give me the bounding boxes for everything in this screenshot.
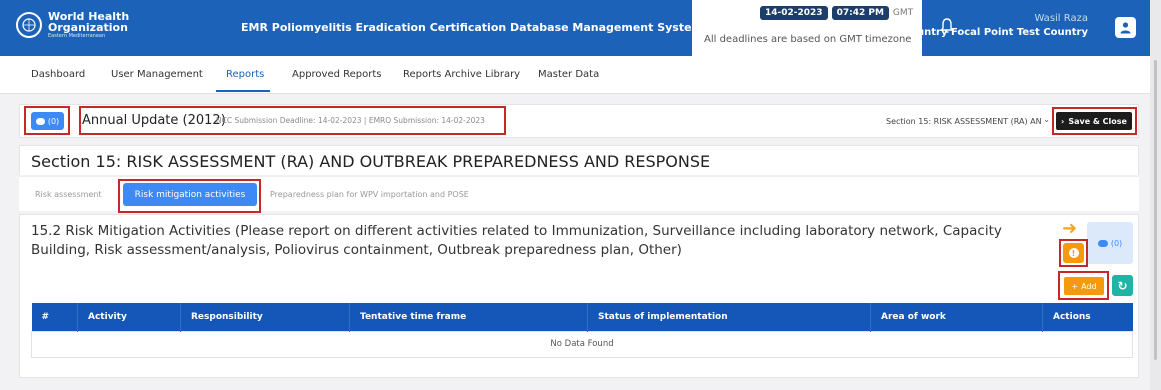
- chat-button[interactable]: (0): [31, 112, 64, 130]
- user-icon[interactable]: [1115, 17, 1136, 38]
- report-title: Annual Update (2012): [82, 113, 226, 128]
- timezone-label: GMT: [892, 8, 914, 18]
- save-close-label: Save & Close: [1068, 116, 1127, 126]
- submission-deadlines: NCC Submission Deadline: 14-02-2023 | EM…: [216, 116, 485, 125]
- table-row: No Data Found: [31, 330, 1133, 358]
- chat-count: (0): [47, 116, 60, 126]
- arrow-right-icon: ➜: [1062, 218, 1078, 239]
- col-time-frame: Tentative time frame: [349, 303, 588, 331]
- empty-message: No Data Found: [31, 330, 1133, 358]
- col-number: #: [31, 303, 78, 331]
- info-icon: !: [1068, 248, 1079, 258]
- chat-icon: [35, 117, 45, 125]
- datetime-box: 14-02-2023 07:42 PM GMT All deadlines ar…: [692, 0, 922, 56]
- active-nav-indicator: [216, 90, 270, 92]
- question-chat-button[interactable]: (0): [1087, 222, 1133, 264]
- tab-risk-mitigation-activities[interactable]: Risk mitigation activities: [123, 183, 257, 206]
- scrollbar-thumb[interactable]: [1154, 60, 1157, 360]
- chevron-right-icon: ›: [1061, 116, 1065, 126]
- activities-table: # Activity Responsibility Tentative time…: [31, 303, 1133, 358]
- top-header: World Health Organization Eastern Medite…: [0, 0, 1150, 56]
- org-line3: Eastern Mediterranean: [48, 33, 106, 39]
- tab-risk-assessment[interactable]: Risk assessment: [35, 190, 102, 199]
- nav-reports-archive-library[interactable]: Reports Archive Library: [403, 69, 520, 80]
- plus-icon: +: [1071, 281, 1079, 291]
- nav-user-management[interactable]: User Management: [111, 69, 203, 80]
- question-chat-count: (0): [1110, 238, 1123, 248]
- who-emblem-icon: [16, 12, 42, 38]
- col-area-of-work: Area of work: [870, 303, 1043, 331]
- tab-preparedness-plan[interactable]: Preparedness plan for WPV importation an…: [270, 190, 469, 199]
- refresh-button[interactable]: ↻: [1112, 275, 1133, 296]
- nav-approved-reports[interactable]: Approved Reports: [292, 69, 382, 80]
- who-wordmark: World Health Organization Eastern Medite…: [48, 11, 129, 39]
- org-line2: Organization: [48, 21, 128, 34]
- section-select-value: Section 15: RISK ASSESSMENT (RA) AN: [886, 116, 1042, 126]
- col-activity: Activity: [77, 303, 181, 331]
- col-responsibility: Responsibility: [180, 303, 350, 331]
- info-button[interactable]: !: [1063, 243, 1084, 263]
- deadline-note: All deadlines are based on GMT timezone: [704, 34, 912, 45]
- nav-master-data[interactable]: Master Data: [538, 69, 599, 80]
- time-badge: 07:42 PM: [831, 6, 889, 20]
- who-logo[interactable]: World Health Organization Eastern Medite…: [16, 11, 129, 39]
- question-description: 15.2 Risk Mitigation Activities (Please …: [31, 223, 1002, 258]
- date-badge: 14-02-2023: [760, 6, 828, 20]
- section-title: Section 15: RISK ASSESSMENT (RA) AND OUT…: [31, 152, 711, 171]
- save-close-button[interactable]: › Save & Close: [1056, 112, 1132, 130]
- add-label: Add: [1081, 281, 1097, 291]
- chat-icon: [1097, 239, 1108, 247]
- chevron-down-icon: ⌄: [1043, 115, 1050, 124]
- col-status: Status of implementation: [587, 303, 871, 331]
- nav-reports[interactable]: Reports: [226, 69, 264, 80]
- nav-dashboard[interactable]: Dashboard: [31, 69, 85, 80]
- refresh-icon: ↻: [1117, 278, 1128, 293]
- user-name[interactable]: Wasil Raza: [1034, 13, 1088, 24]
- add-button[interactable]: + Add: [1064, 277, 1104, 295]
- user-role[interactable]: Country Focal Point Test Country: [903, 27, 1088, 38]
- main-nav: Dashboard User Management Reports Approv…: [0, 56, 1150, 94]
- table-header-row: # Activity Responsibility Tentative time…: [31, 303, 1133, 331]
- app-title: EMR Poliomyelitis Eradication Certificat…: [241, 21, 754, 34]
- col-actions: Actions: [1042, 303, 1133, 331]
- section-select[interactable]: Section 15: RISK ASSESSMENT (RA) AN ⌄: [876, 112, 1050, 130]
